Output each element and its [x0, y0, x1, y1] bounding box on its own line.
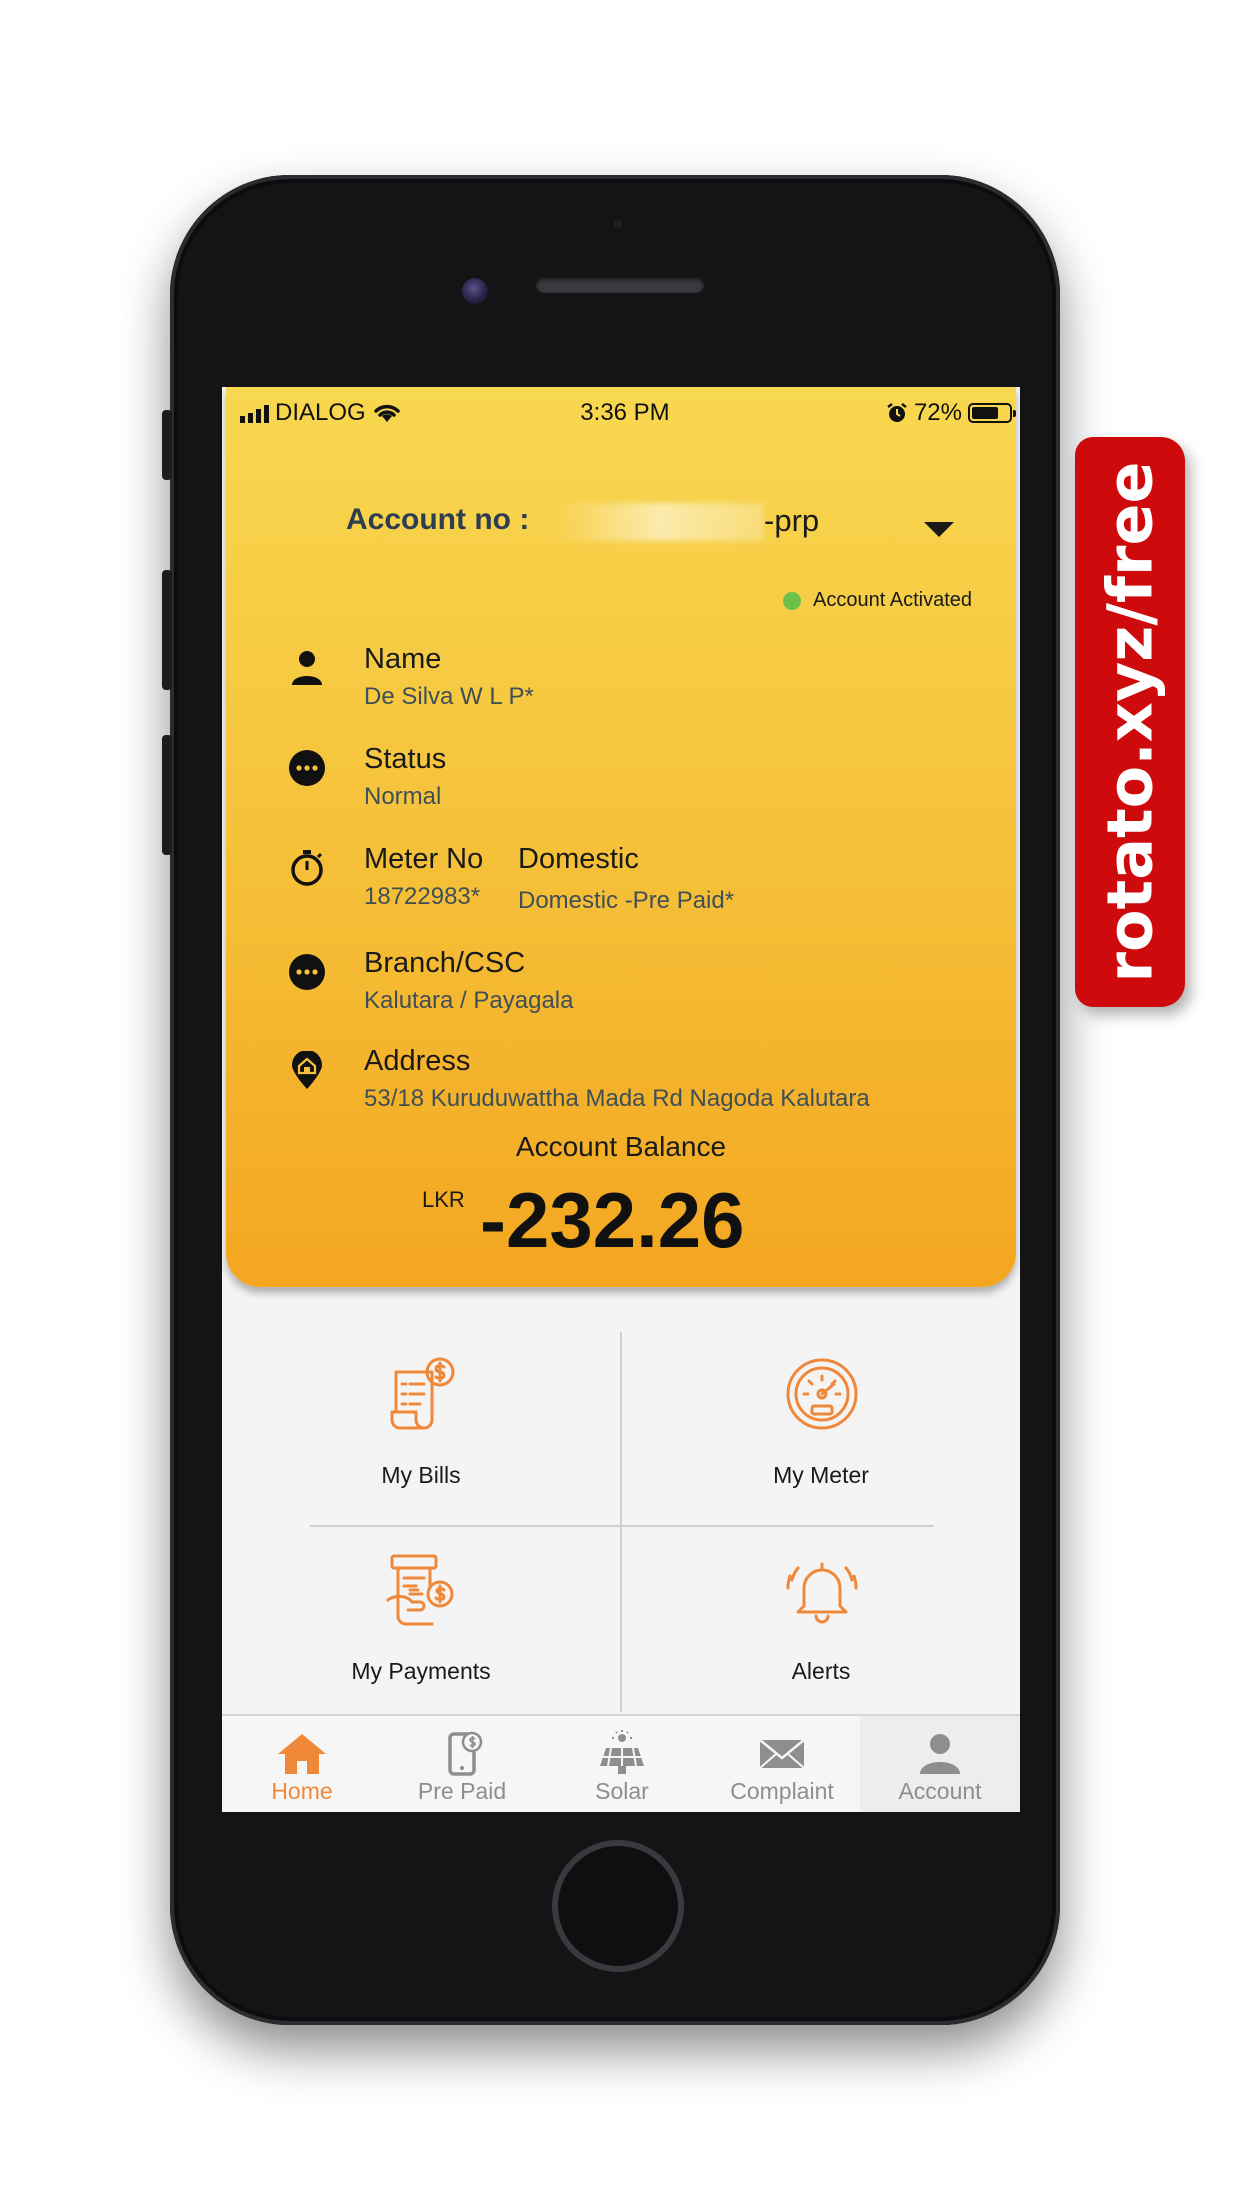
- battery-icon: [968, 403, 1016, 423]
- front-camera: [462, 278, 488, 304]
- volume-down-button: [162, 735, 172, 855]
- balance-value: -232.26: [480, 1176, 745, 1264]
- payment-terminal-icon: [386, 1554, 454, 1626]
- menu-grid: My Bills My Meter My Payments Alerts: [222, 1332, 1020, 1712]
- tab-prepaid[interactable]: Pre Paid: [382, 1716, 542, 1812]
- tariff-label: Domestic: [518, 843, 639, 875]
- name-value: De Silva W L P*: [364, 683, 534, 710]
- name-label: Name: [364, 643, 442, 675]
- divider: [310, 1525, 934, 1527]
- proximity-sensor: [614, 220, 622, 228]
- speedometer-icon: [786, 1358, 858, 1430]
- my-meter-button[interactable]: My Meter: [622, 1332, 1020, 1522]
- meter-label: Meter No: [364, 843, 484, 875]
- earpiece-speaker: [536, 277, 704, 293]
- bell-icon: [786, 1562, 858, 1624]
- tab-account[interactable]: Account: [860, 1716, 1020, 1812]
- account-label: Account no :: [346, 503, 530, 536]
- balance-currency: LKR: [422, 1187, 465, 1212]
- account-number-redacted: [554, 503, 764, 541]
- more-dots-icon: [289, 750, 325, 786]
- account-number-suffix: -prp: [764, 503, 820, 538]
- mute-switch: [162, 410, 172, 480]
- more-dots-icon: [289, 954, 325, 990]
- battery-percent: 72%: [913, 399, 962, 426]
- envelope-icon: [759, 1739, 805, 1769]
- balance-label: Account Balance: [515, 1131, 727, 1162]
- status-bar: DIALOG 3:36 PM 72%: [226, 387, 1020, 427]
- my-meter-label: My Meter: [773, 1462, 869, 1488]
- status-dot: [783, 591, 802, 610]
- home-location-pin-icon: [292, 1051, 322, 1089]
- bill-receipt-icon: [390, 1357, 455, 1430]
- app-screen: DIALOG 3:36 PM 72% Account no: -prp Acc…: [222, 387, 1020, 1812]
- tab-solar[interactable]: Solar: [542, 1716, 702, 1812]
- status-label: Status: [364, 743, 447, 775]
- home-icon: [278, 1734, 326, 1774]
- my-bills-label: My Bills: [381, 1462, 461, 1488]
- address-value: 53/18 Kuruduwattha Mada Rd Nagoda Kaluta…: [364, 1085, 870, 1112]
- status-value: Normal: [364, 783, 442, 810]
- watermark-tag: rotato.xyz/free: [1075, 437, 1185, 1007]
- my-bills-button[interactable]: My Bills: [222, 1332, 620, 1522]
- bottom-tab-bar: Home Pre Paid Solar Complaint Account: [222, 1714, 1020, 1812]
- stopwatch-icon: [291, 850, 323, 886]
- alarm-icon: [887, 403, 907, 422]
- volume-up-button: [162, 570, 172, 690]
- mobile-payment-icon: [448, 1731, 483, 1776]
- account-selector[interactable]: Account no : -prp: [346, 503, 986, 543]
- watermark-text: rotato.xyz/free: [1093, 461, 1167, 983]
- my-payments-label: My Payments: [351, 1658, 491, 1684]
- dropdown-caret-icon[interactable]: [924, 522, 954, 537]
- home-button[interactable]: [552, 1840, 684, 1972]
- alerts-label: Alerts: [791, 1658, 851, 1684]
- user-icon: [920, 1734, 960, 1774]
- person-icon: [292, 651, 322, 685]
- account-status-badge: Account Activated: [783, 589, 972, 612]
- tariff-value: Domestic -Pre Paid*: [518, 887, 735, 914]
- solar-panel-icon: [600, 1730, 644, 1774]
- address-label: Address: [364, 1045, 471, 1077]
- alerts-button[interactable]: Alerts: [622, 1528, 1020, 1718]
- tab-complaint[interactable]: Complaint: [702, 1716, 862, 1812]
- account-card: DIALOG 3:36 PM 72% Account no: -prp Acc…: [226, 387, 1016, 1287]
- meter-value: 18722983*: [364, 883, 481, 910]
- tab-home[interactable]: Home: [222, 1716, 382, 1812]
- branch-label: Branch/CSC: [364, 947, 526, 979]
- branch-value: Kalutara / Payagala: [364, 987, 574, 1014]
- my-payments-button[interactable]: My Payments: [222, 1528, 620, 1718]
